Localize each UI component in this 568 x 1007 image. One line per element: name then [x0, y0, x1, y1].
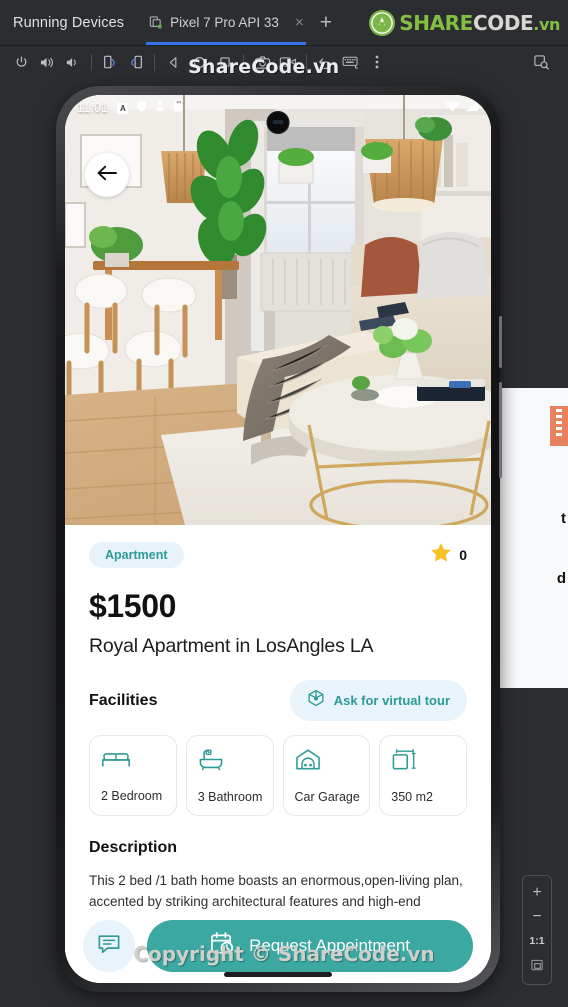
- garage-icon: [295, 749, 321, 775]
- toolbar-divider: [91, 53, 92, 71]
- peek-panel[interactable]: t d: [500, 388, 568, 688]
- facilities-header: Facilities Ask for virtual tour: [89, 680, 467, 721]
- back-arrow-icon: [96, 164, 118, 187]
- wifi-icon: [445, 99, 460, 117]
- zoom-out-button[interactable]: −: [525, 905, 549, 929]
- chat-bubble-icon: [97, 933, 121, 960]
- keyboard-button[interactable]: [338, 49, 364, 75]
- volume-side-button[interactable]: [499, 382, 502, 478]
- right-edge-strip: t d + − 1:1: [500, 78, 568, 1007]
- toolbar-right-actions: [528, 49, 554, 75]
- screenshot-button[interactable]: [249, 49, 275, 75]
- peek-orange-marker: [550, 406, 568, 446]
- location-sharing-icon: [155, 99, 165, 117]
- apartment-living-room-photo: [65, 95, 491, 525]
- device-screen-area: 11:01 A Apartment 0 $1500 Royal Apartmen…: [65, 95, 491, 983]
- home-nav-button[interactable]: [186, 49, 212, 75]
- fit-to-screen-icon[interactable]: [525, 953, 549, 977]
- undo-button[interactable]: [312, 49, 338, 75]
- request-appointment-label: Request Appointment: [249, 936, 410, 955]
- status-right-icons: [445, 99, 479, 117]
- device-toolbar: [0, 46, 568, 78]
- actual-size-button[interactable]: 1:1: [525, 929, 549, 953]
- sharecode-logo: SHARECODE.vn: [369, 8, 560, 37]
- inspect-layout-button[interactable]: [528, 49, 554, 75]
- facility-card-garage[interactable]: Car Garage: [282, 735, 371, 816]
- listing-title: Royal Apartment in LosAngles LA: [89, 635, 374, 657]
- calendar-clock-icon: [210, 931, 235, 961]
- signal-icon: [465, 99, 479, 117]
- facility-card-area[interactable]: 350 m2: [379, 735, 467, 816]
- ide-title-bar: Running Devices Pixel 7 Pro API 33 × + S…: [0, 0, 568, 45]
- facilities-heading: Facilities: [89, 691, 158, 709]
- more-options-button[interactable]: [364, 49, 390, 75]
- add-tab-icon[interactable]: +: [320, 11, 332, 35]
- tool-window-title: Running Devices: [13, 14, 125, 31]
- record-button[interactable]: [275, 49, 301, 75]
- front-camera-punchhole: [266, 111, 290, 134]
- virtual-tour-label: Ask for virtual tour: [333, 693, 450, 708]
- volume-up-button[interactable]: [34, 49, 60, 75]
- a-badge-icon: A: [117, 102, 129, 114]
- device-frame: 11:01 A Apartment 0 $1500 Royal Apartmen…: [56, 86, 502, 992]
- listing-price: $1500: [89, 588, 176, 624]
- close-icon[interactable]: ×: [295, 14, 304, 31]
- facility-label: 350 m2: [391, 790, 433, 804]
- home-indicator: [224, 972, 332, 977]
- facilities-grid: 2 Bedroom 3 Bathroom Car Garage 350 m2: [89, 735, 467, 816]
- peek-text-bottom: d: [556, 570, 566, 587]
- power-side-button[interactable]: [499, 316, 502, 368]
- sd-card-icon: [173, 99, 183, 117]
- facility-card-bathroom[interactable]: 3 Bathroom: [185, 735, 274, 816]
- back-nav-button[interactable]: [160, 49, 186, 75]
- volume-down-button[interactable]: [60, 49, 86, 75]
- status-time: 11:01: [77, 101, 109, 115]
- cube-3d-icon: [307, 689, 325, 712]
- power-button[interactable]: [8, 49, 34, 75]
- logo-mark-icon: [369, 9, 396, 36]
- status-left-icons: A: [117, 99, 183, 117]
- device-icon: [148, 15, 163, 30]
- virtual-tour-button[interactable]: Ask for virtual tour: [289, 680, 467, 721]
- facility-label: 2 Bedroom: [101, 789, 163, 803]
- rating-value: 0: [459, 547, 467, 563]
- facility-card-bedroom[interactable]: 2 Bedroom: [89, 735, 177, 816]
- facility-label: Car Garage: [294, 790, 360, 804]
- description-heading: Description: [89, 839, 178, 856]
- zoom-in-button[interactable]: +: [525, 881, 549, 905]
- logo-text: SHARECODE.vn: [399, 11, 560, 35]
- device-tab-label: Pixel 7 Pro API 33: [170, 15, 279, 30]
- area-icon: [391, 749, 417, 775]
- star-icon: [430, 542, 452, 568]
- bathtub-icon: [198, 749, 224, 775]
- listing-header-row: Apartment 0: [89, 542, 467, 568]
- toolbar-divider: [154, 53, 155, 71]
- hero-image: 11:01 A: [65, 95, 491, 525]
- phone-screen: 11:01 A Apartment 0 $1500 Royal Apartmen…: [65, 95, 491, 983]
- logo-text-vn: .vn: [533, 14, 560, 34]
- rating-group: 0: [430, 542, 467, 568]
- toolbar-divider: [243, 53, 244, 71]
- logo-text-share: SHARE: [399, 10, 473, 35]
- request-appointment-button[interactable]: Request Appointment: [147, 920, 473, 972]
- category-badge[interactable]: Apartment: [89, 542, 184, 568]
- back-button[interactable]: [85, 153, 129, 197]
- bed-icon: [101, 753, 131, 774]
- overview-nav-button[interactable]: [212, 49, 238, 75]
- shield-icon: [136, 99, 147, 117]
- toolbar-divider: [306, 53, 307, 71]
- device-tab[interactable]: Pixel 7 Pro API 33 ×: [146, 0, 306, 45]
- logo-text-code: CODE: [472, 10, 534, 35]
- rotate-right-button[interactable]: [123, 49, 149, 75]
- rotate-left-button[interactable]: [97, 49, 123, 75]
- zoom-controls: + − 1:1: [522, 875, 552, 985]
- peek-text-top: t: [561, 510, 566, 527]
- facility-label: 3 Bathroom: [197, 790, 263, 804]
- chat-button[interactable]: [83, 920, 135, 972]
